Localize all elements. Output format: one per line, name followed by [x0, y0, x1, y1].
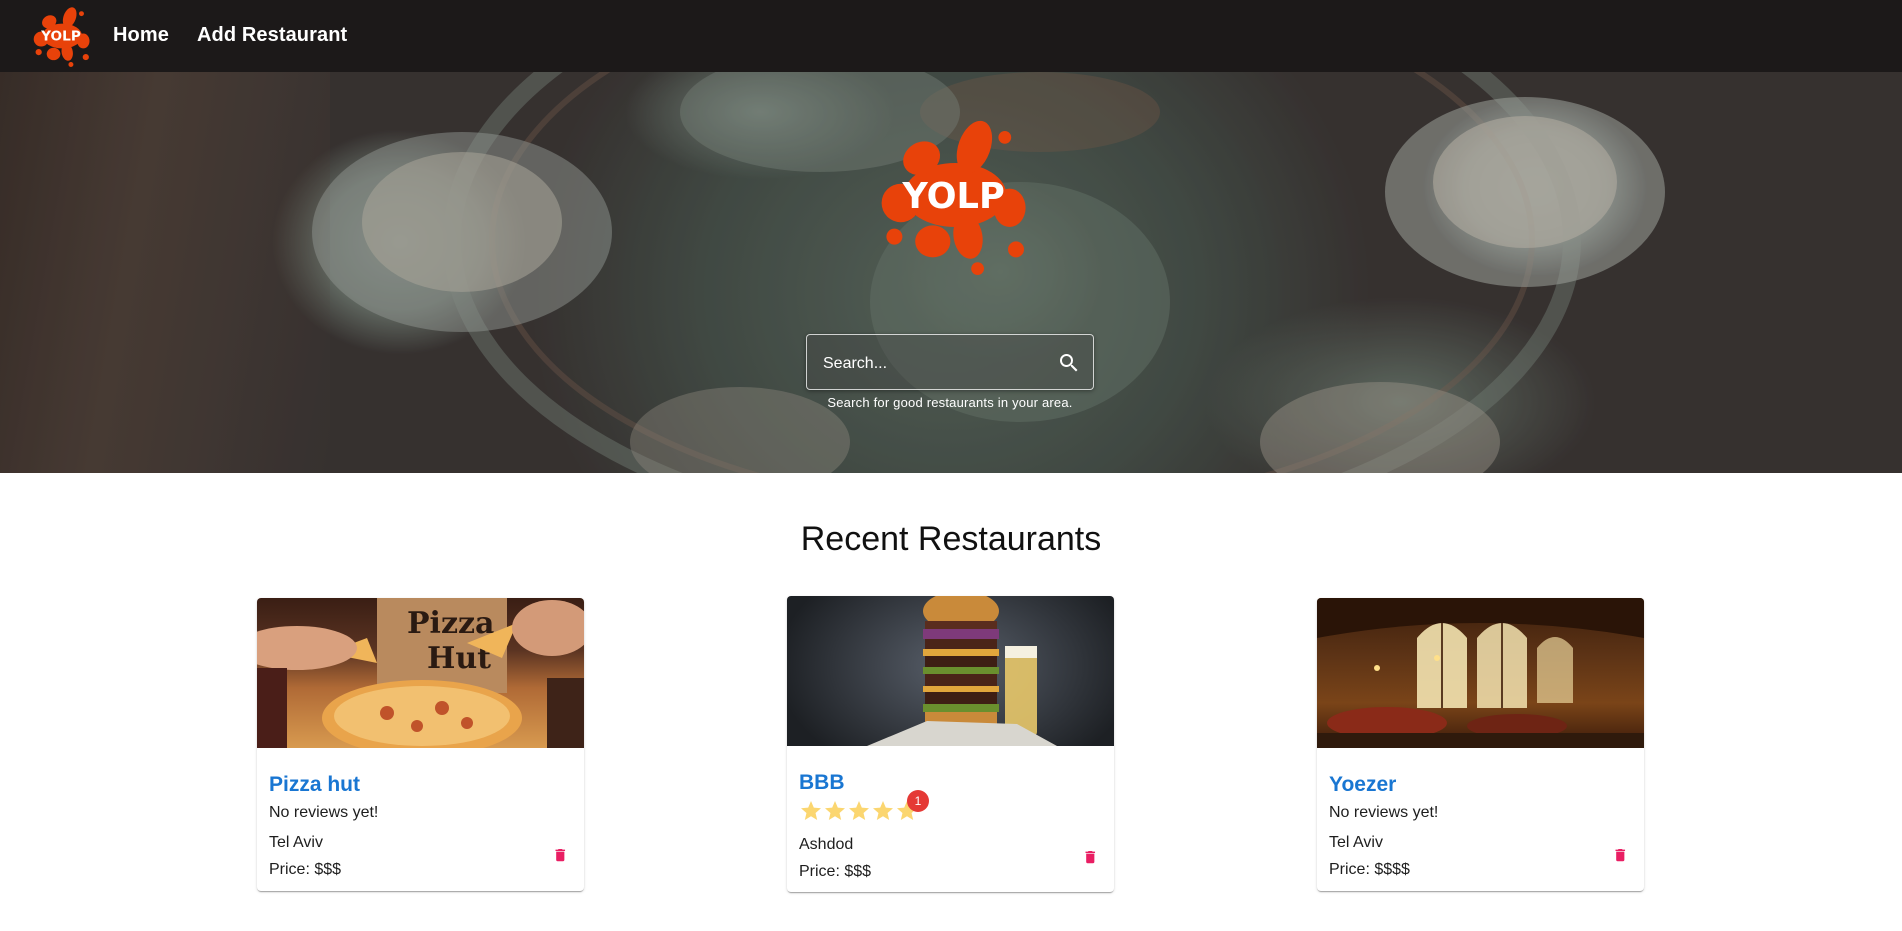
restaurant-card[interactable]: Pizza Hut Pizza hut No reviews yet! Tel … — [257, 598, 584, 891]
nav-add-restaurant-link[interactable]: Add Restaurant — [197, 0, 347, 72]
star-icon — [799, 799, 823, 823]
restaurant-price: Price: $$$ — [269, 861, 342, 878]
hero-banner: YOLP Search for good restaurants in your… — [0, 72, 1902, 473]
logo-text: YOLP — [40, 28, 81, 44]
rating-stars — [799, 799, 919, 825]
navbar: YOLP Home Add Restaurant — [0, 0, 1902, 72]
restaurant-city: Tel Aviv — [269, 834, 323, 851]
restaurant-name[interactable]: BBB — [799, 771, 845, 795]
search-icon[interactable] — [1057, 351, 1081, 375]
restaurant-card[interactable]: BBB 1 Ashdod Price: $$$ — [787, 596, 1114, 892]
star-icon — [847, 799, 871, 823]
restaurant-reviews: No reviews yet! — [1329, 804, 1439, 821]
logo-text: YOLP — [901, 176, 1004, 217]
restaurant-city: Ashdod — [799, 836, 854, 853]
trash-icon[interactable] — [1084, 848, 1102, 868]
restaurant-name[interactable]: Pizza hut — [269, 773, 360, 797]
section-title: Recent Restaurants — [800, 520, 1102, 558]
search-field[interactable] — [806, 334, 1094, 393]
search-input[interactable] — [821, 335, 1045, 393]
restaurant-card[interactable]: Yoezer No reviews yet! Tel Aviv Price: $… — [1317, 598, 1644, 891]
star-icon — [823, 799, 847, 823]
restaurant-price: Price: $$$ — [799, 863, 872, 880]
restaurant-price: Price: $$$$ — [1329, 861, 1410, 878]
nav-home-link[interactable]: Home — [113, 0, 169, 72]
star-icon — [871, 799, 895, 823]
svg-text:Pizza: Pizza — [407, 606, 494, 641]
restaurant-image[interactable] — [1317, 598, 1644, 748]
search-helper-text: Search for good restaurants in your area… — [827, 395, 1073, 410]
trash-icon[interactable] — [1614, 846, 1632, 866]
yolp-logo-icon[interactable]: YOLP — [30, 5, 92, 67]
restaurant-image[interactable]: Pizza Hut — [257, 598, 584, 748]
restaurant-reviews: No reviews yet! — [269, 804, 379, 821]
restaurant-image[interactable] — [787, 596, 1114, 746]
restaurant-city: Tel Aviv — [1329, 834, 1383, 851]
yolp-logo-icon: YOLP — [872, 115, 1032, 275]
trash-icon[interactable] — [554, 846, 572, 866]
restaurant-name[interactable]: Yoezer — [1329, 773, 1396, 797]
review-count-badge: 1 — [907, 790, 929, 812]
